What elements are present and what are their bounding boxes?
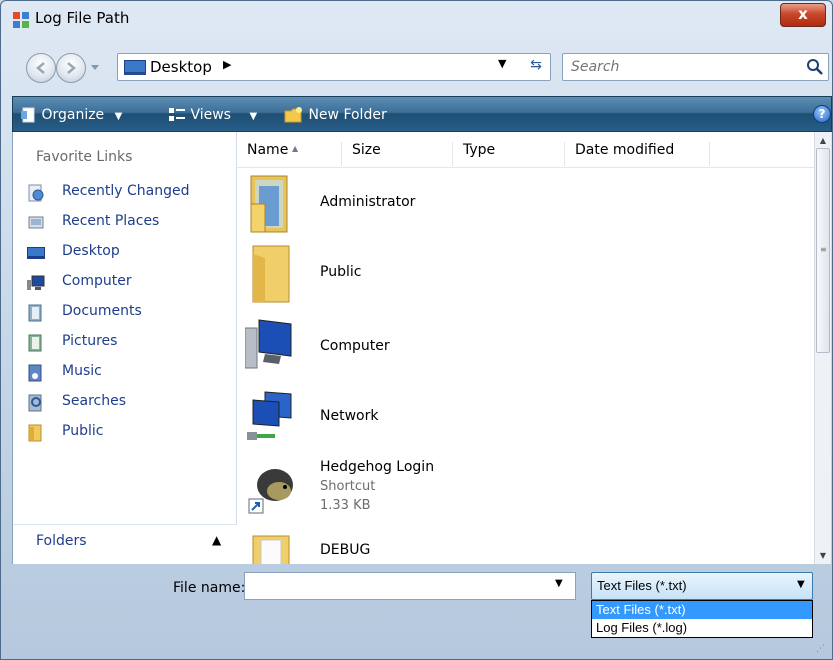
recent-pages-dropdown-icon[interactable] bbox=[89, 61, 101, 73]
forward-button[interactable] bbox=[56, 53, 86, 83]
file-name-combobox[interactable]: ▼ bbox=[244, 572, 576, 600]
recent-places-icon bbox=[28, 216, 44, 229]
chevron-down-icon: ▼ bbox=[114, 111, 123, 122]
address-bar[interactable]: Desktop ▶ ▼ ⇆ bbox=[117, 53, 551, 81]
search-icon[interactable] bbox=[806, 58, 824, 76]
vertical-scrollbar[interactable]: ▲ ≡ ▼ bbox=[814, 132, 831, 564]
desktop-icon bbox=[124, 60, 146, 75]
close-button[interactable]: x bbox=[780, 3, 826, 27]
chevron-down-icon: ▼ bbox=[249, 111, 258, 122]
user-folder-icon bbox=[250, 175, 288, 233]
chevron-down-icon[interactable]: ▼ bbox=[498, 57, 506, 70]
file-type-option-txt[interactable]: Text Files (*.txt) bbox=[592, 601, 812, 619]
file-type-options: Text Files (*.txt) Log Files (*.log) bbox=[591, 600, 813, 638]
file-size: 1.33 KB bbox=[320, 498, 371, 513]
app-icon bbox=[13, 12, 29, 28]
computer-icon bbox=[245, 319, 292, 369]
chevron-down-icon[interactable]: ▼ bbox=[555, 578, 563, 589]
forward-arrow-icon bbox=[67, 62, 76, 74]
folders-label: Folders bbox=[36, 533, 87, 549]
column-header: Name ▲ Size Type Date modified bbox=[237, 132, 814, 168]
refresh-icon[interactable]: ⇆ bbox=[526, 57, 546, 77]
column-name[interactable]: Name ▲ bbox=[237, 142, 342, 166]
sort-ascending-icon: ▲ bbox=[292, 144, 299, 153]
back-button[interactable] bbox=[26, 53, 56, 83]
list-item[interactable]: Public bbox=[237, 238, 814, 308]
documents-icon bbox=[28, 304, 42, 322]
grip-icon: ≡ bbox=[820, 245, 827, 254]
folders-toggle[interactable]: Folders ▲ bbox=[13, 524, 238, 564]
column-date-modified[interactable]: Date modified bbox=[565, 142, 710, 166]
list-item[interactable]: Hedgehog Login Shortcut 1.33 KB bbox=[237, 448, 814, 528]
folder-icon bbox=[252, 245, 290, 303]
new-folder-label: New Folder bbox=[308, 107, 387, 123]
search-input[interactable] bbox=[569, 57, 799, 77]
organize-button[interactable]: Organize ▼ bbox=[21, 104, 122, 126]
folder-icon bbox=[28, 424, 42, 442]
views-icon bbox=[169, 108, 185, 121]
list-item[interactable]: Network bbox=[237, 378, 814, 448]
pictures-icon bbox=[28, 334, 42, 352]
hedgehog-shortcut-icon bbox=[248, 469, 293, 514]
desktop-icon bbox=[27, 247, 45, 259]
organize-icon bbox=[21, 107, 35, 123]
column-type[interactable]: Type bbox=[453, 142, 565, 166]
views-button[interactable]: Views ▼ bbox=[168, 104, 257, 126]
shortcut-type: Shortcut bbox=[320, 479, 376, 494]
file-type-selected: Text Files (*.txt) bbox=[597, 578, 687, 593]
scroll-thumb[interactable]: ≡ bbox=[816, 148, 830, 353]
navigation-pane: Favorite Links Recently Changed Recent P… bbox=[12, 132, 238, 564]
new-folder-button[interactable]: New Folder bbox=[284, 104, 387, 126]
file-type-dropdown[interactable]: Text Files (*.txt) ▼ bbox=[591, 572, 813, 600]
back-arrow-icon bbox=[36, 62, 45, 74]
organize-label: Organize bbox=[41, 107, 105, 123]
list-item[interactable]: Computer bbox=[237, 308, 814, 378]
column-size[interactable]: Size bbox=[342, 142, 453, 166]
file-name-label: File name: bbox=[173, 580, 246, 596]
help-icon[interactable]: ? bbox=[813, 105, 831, 123]
music-icon bbox=[28, 364, 42, 382]
scroll-down-icon[interactable]: ▼ bbox=[815, 547, 831, 564]
searches-icon bbox=[28, 394, 42, 412]
log-file-path-dialog: Log File Path x Desktop ▶ ▼ ⇆ Search Org… bbox=[0, 0, 833, 660]
resize-grip[interactable]: ⋰ bbox=[816, 644, 825, 654]
window-title: Log File Path bbox=[35, 9, 130, 27]
title-bar[interactable]: Log File Path x bbox=[1, 1, 832, 39]
list-item[interactable]: DEBUG bbox=[237, 528, 814, 564]
file-name-input[interactable] bbox=[249, 576, 539, 596]
search-box[interactable] bbox=[562, 53, 829, 81]
folder-icon bbox=[252, 535, 290, 564]
chevron-down-icon: ▼ bbox=[797, 579, 805, 590]
recently-changed-icon bbox=[28, 184, 44, 202]
favorite-links-heading: Favorite Links bbox=[36, 149, 133, 165]
address-location[interactable]: Desktop bbox=[150, 58, 212, 76]
chevron-up-icon: ▲ bbox=[212, 533, 222, 547]
scroll-up-icon[interactable]: ▲ bbox=[815, 132, 831, 149]
new-folder-icon bbox=[284, 107, 302, 123]
file-type-option-log[interactable]: Log Files (*.log) bbox=[592, 619, 812, 637]
computer-icon bbox=[27, 275, 45, 290]
chevron-right-icon[interactable]: ▶ bbox=[223, 58, 231, 71]
network-icon bbox=[247, 391, 292, 440]
file-list: Name ▲ Size Type Date modified Administr… bbox=[237, 132, 831, 564]
views-label: Views bbox=[190, 107, 231, 123]
list-item[interactable]: Administrator bbox=[237, 168, 814, 238]
command-toolbar: Organize ▼ Views ▼ New Folder ? bbox=[12, 96, 832, 132]
